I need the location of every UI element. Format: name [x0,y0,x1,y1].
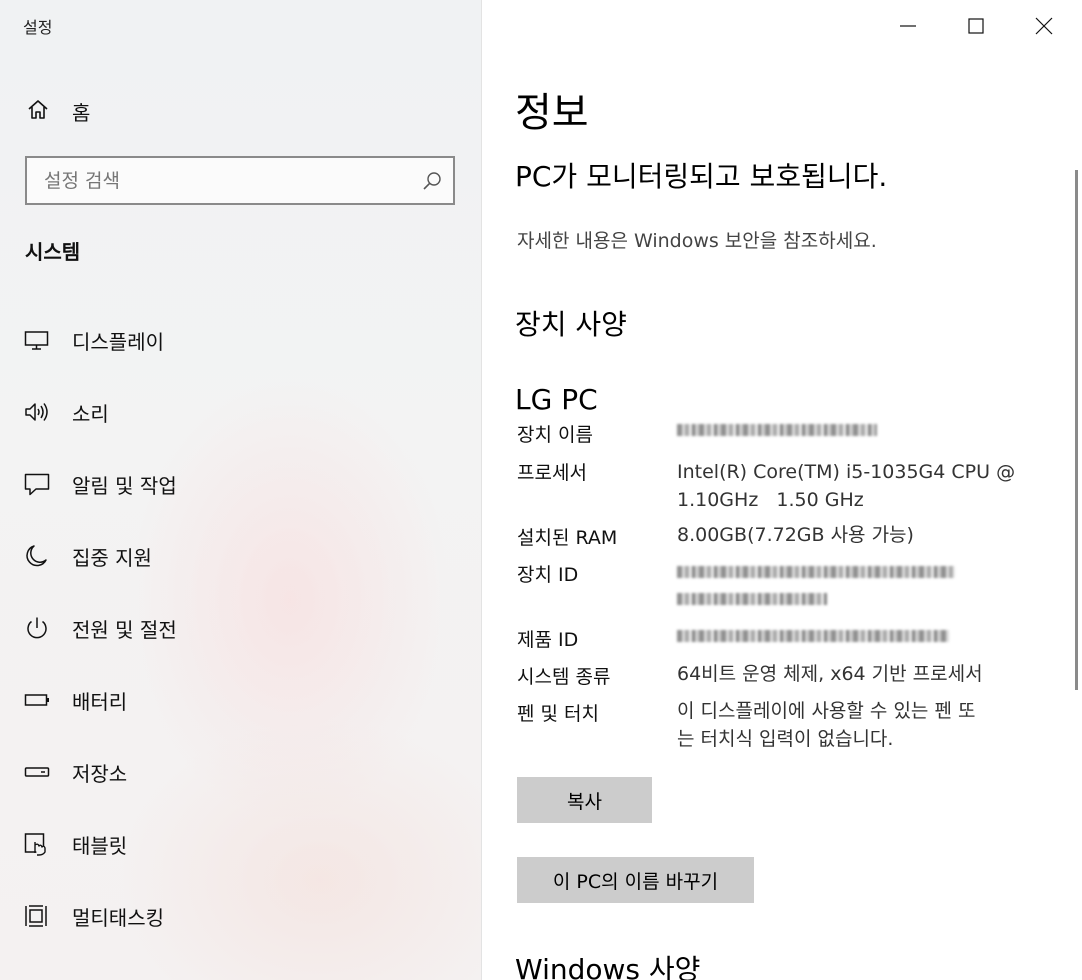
processor-value: Intel(R) Core(TM) i5-1035G4 CPU @ 1.10GH… [677,458,1047,514]
pen-touch-label: 펜 및 터치 [517,703,599,725]
scrollbar[interactable] [1075,170,1078,690]
section-title: 시스템 [25,240,81,264]
pen-touch-value-line1: 이 디스플레이에 사용할 수 있는 펜 또 [677,700,976,722]
sidebar: 설정 홈 시스템 디스플레이 [0,0,482,980]
device-id-label: 장치 ID [517,564,579,586]
app-title: 설정 [23,18,53,37]
sidebar-item-tablet[interactable]: 태블릿 [0,816,480,872]
search-icon[interactable] [421,170,443,192]
windows-security-link[interactable]: 자세한 내용은 Windows 보안을 참조하세요. [517,226,877,253]
product-id-value-redacted [677,630,949,642]
sidebar-item-label: 전원 및 절전 [72,618,177,642]
home-label: 홈 [72,101,91,125]
page-title: 정보 [515,90,589,136]
sidebar-item-battery[interactable]: 배터리 [0,672,480,728]
device-model: LG PC [515,383,598,416]
battery-icon [24,694,49,706]
sidebar-item-label: 디스플레이 [72,330,164,354]
pen-touch-value-line2: 는 터치식 입력이 없습니다. [677,728,894,750]
device-name-label: 장치 이름 [517,424,593,446]
copy-button[interactable]: 복사 [517,777,652,823]
speaker-icon [25,403,48,421]
device-spec-heading: 장치 사양 [515,308,627,341]
processor-value-line1: Intel(R) Core(TM) i5-1035G4 CPU @ [677,461,1016,483]
device-id-value-redacted-line1 [677,566,955,578]
sidebar-item-label: 알림 및 작업 [72,474,177,498]
storage-icon [24,767,50,777]
rename-pc-button[interactable]: 이 PC의 이름 바꾸기 [517,857,754,903]
sidebar-item-display[interactable]: 디스플레이 [0,312,480,368]
sidebar-item-focus-assist[interactable]: 집중 지원 [0,528,480,584]
maximize-button[interactable] [942,0,1010,50]
tablet-icon [24,833,46,856]
sidebar-item-storage[interactable]: 저장소 [0,744,480,800]
home-nav-item[interactable]: 홈 [0,86,480,134]
close-icon [1035,17,1053,35]
pen-touch-value: 이 디스플레이에 사용할 수 있는 펜 또 는 터치식 입력이 없습니다. [677,697,1047,753]
sidebar-item-label: 배터리 [72,690,128,714]
sidebar-item-label: 저장소 [72,762,128,786]
minimize-icon [900,25,916,27]
search-box [25,156,455,205]
device-id-value-redacted-line2 [677,593,827,605]
home-icon [28,100,48,119]
monitor-icon [24,331,49,350]
minimize-button[interactable] [874,0,942,50]
sidebar-item-label: 집중 지원 [72,546,152,570]
close-button[interactable] [1010,0,1078,50]
search-input[interactable] [27,158,424,203]
sidebar-item-label: 소리 [72,402,109,426]
multitasking-icon [25,905,47,927]
main-content: 정보 PC가 모니터링되고 보호됩니다. 자세한 내용은 Windows 보안을… [482,0,1082,980]
ram-value: 8.00GB(7.72GB 사용 가능) [677,524,914,546]
sidebar-item-label: 멀티태스킹 [72,906,164,930]
device-name-value-redacted [677,424,877,436]
system-type-label: 시스템 종류 [517,666,611,688]
maximize-icon [968,18,984,34]
system-type-value: 64비트 운영 체제, x64 기반 프로세서 [677,663,983,685]
notification-icon [24,473,50,496]
product-id-label: 제품 ID [517,629,579,651]
sidebar-item-label: 태블릿 [72,834,128,858]
processor-value-line2: 1.10GHz 1.50 GHz [677,489,864,511]
power-icon [27,617,47,639]
sidebar-item-notifications[interactable]: 알림 및 작업 [0,456,480,512]
moon-icon [26,545,47,567]
settings-window: 설정 홈 시스템 디스플레이 [0,0,1082,980]
protection-heading: PC가 모니터링되고 보호됩니다. [515,160,888,193]
sidebar-item-sound[interactable]: 소리 [0,384,480,440]
processor-label: 프로세서 [517,462,587,484]
windows-spec-heading: Windows 사양 [515,953,701,980]
ram-label: 설치된 RAM [517,527,618,549]
sidebar-item-power-sleep[interactable]: 전원 및 절전 [0,600,480,656]
sidebar-item-multitasking[interactable]: 멀티태스킹 [0,888,480,944]
